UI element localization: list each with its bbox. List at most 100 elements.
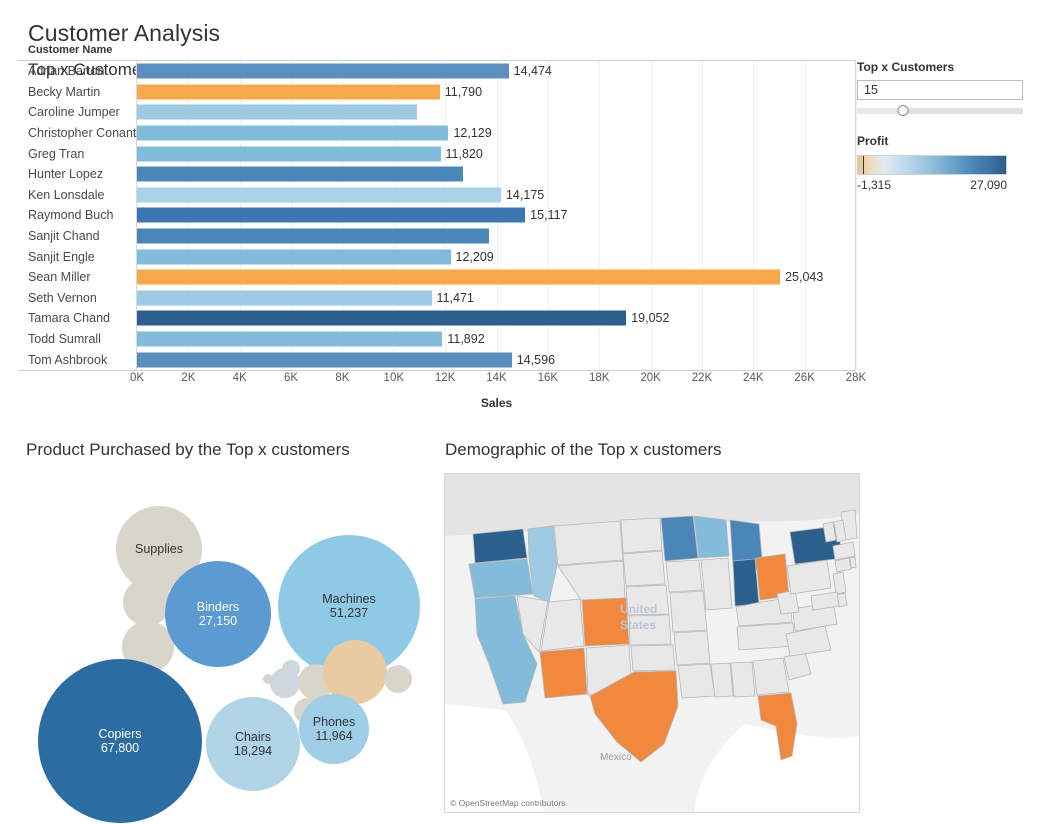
map-state-wa[interactable] xyxy=(472,528,528,564)
sales-bar[interactable] xyxy=(137,249,451,265)
product-bubble-small[interactable] xyxy=(123,578,171,626)
sales-bar[interactable] xyxy=(137,290,432,306)
top-x-parameter-control: Top x Customers 15 xyxy=(857,60,1023,116)
map-state-ga[interactable] xyxy=(752,657,790,696)
profit-legend: Profit -1,315 27,090 xyxy=(857,134,1007,192)
map-attribution: © OpenStreetMap contributors xyxy=(450,798,566,808)
customer-name-label: Ken Lonsdale xyxy=(28,187,105,202)
customer-name-row[interactable]: Hunter Lopez xyxy=(18,164,136,185)
product-bubble-small[interactable] xyxy=(270,668,300,698)
map-state-ar[interactable] xyxy=(673,630,711,666)
customer-name-row[interactable]: Ken Lonsdale xyxy=(18,185,136,206)
customer-name-row[interactable]: Becky Martin xyxy=(18,82,136,103)
map-state-ri[interactable] xyxy=(849,556,857,569)
axis-tick-label: 2K xyxy=(181,372,196,384)
bar-row: 11,820 xyxy=(137,143,855,164)
profit-color-ramp[interactable] xyxy=(857,155,1007,175)
top-x-input[interactable]: 15 xyxy=(857,80,1023,100)
map-state-ms[interactable] xyxy=(710,662,734,698)
bubble-name-label: Copiers xyxy=(98,726,142,741)
bar-value-label: 11,471 xyxy=(436,290,474,305)
customer-name-row[interactable]: Sanjit Chand xyxy=(18,226,136,247)
profit-legend-label: Profit xyxy=(857,134,889,148)
map-state-al[interactable] xyxy=(730,661,756,698)
map-state-la[interactable] xyxy=(677,663,716,699)
map-state-nd[interactable] xyxy=(620,517,663,554)
profit-legend-max: 27,090 xyxy=(970,178,1007,192)
bar-value-label: 11,790 xyxy=(444,84,483,99)
sales-bar[interactable] xyxy=(137,269,781,285)
map-state-mo[interactable] xyxy=(669,590,708,633)
sales-bar[interactable] xyxy=(137,331,443,347)
map-state-ok[interactable] xyxy=(630,644,676,672)
bar-value-label: 14,596 xyxy=(516,352,556,367)
axis-divider xyxy=(18,370,856,371)
map-state-ne[interactable] xyxy=(625,584,670,616)
map-state-ia[interactable] xyxy=(665,559,703,593)
map-state-il[interactable] xyxy=(700,557,733,611)
customer-name-row[interactable]: Caroline Jumper xyxy=(18,102,136,123)
sales-bar[interactable] xyxy=(137,125,449,141)
sales-bar[interactable] xyxy=(137,104,417,120)
customer-name-row[interactable]: Greg Tran xyxy=(18,143,136,164)
product-bubble[interactable]: Chairs 18,294 xyxy=(206,697,300,791)
axis-tick-label: 4K xyxy=(232,372,247,384)
customer-name-row[interactable]: Todd Sumrall xyxy=(18,329,136,350)
sales-bar[interactable] xyxy=(137,146,441,162)
product-bubble-small[interactable] xyxy=(384,665,412,693)
map-state-mt[interactable] xyxy=(553,520,624,566)
customer-name-label: Greg Tran xyxy=(28,146,85,161)
us-choropleth-map[interactable] xyxy=(445,474,859,812)
map-state-or[interactable] xyxy=(468,558,534,599)
map-state-ct[interactable] xyxy=(834,557,852,573)
axis-tick-label: 12K xyxy=(434,372,456,384)
sales-bar[interactable] xyxy=(137,84,440,100)
map-state-sd[interactable] xyxy=(622,550,666,587)
parameter-label: Top x Customers xyxy=(857,60,955,74)
customer-name-row[interactable]: Tamara Chand xyxy=(18,308,136,329)
map-state-co[interactable] xyxy=(581,597,630,647)
sales-bar[interactable] xyxy=(137,228,489,244)
mexico-label: Mexico xyxy=(600,752,632,763)
sales-bar[interactable] xyxy=(137,207,526,223)
customer-name-row[interactable]: Sean Miller xyxy=(18,267,136,288)
customer-name-label: Sanjit Engle xyxy=(28,249,95,264)
customer-name-row[interactable]: Adrian Barton xyxy=(18,61,136,82)
customer-name-label: Seth Vernon xyxy=(28,290,97,305)
product-bubble[interactable]: Binders 27,150 xyxy=(165,561,271,667)
bar-row: 12,129 xyxy=(137,123,855,144)
sales-bar[interactable] xyxy=(137,63,509,79)
map-state-pa[interactable] xyxy=(786,559,832,595)
bubble-value-label: 67,800 xyxy=(100,741,140,755)
map-frame[interactable]: United States Mexico © OpenStreetMap con… xyxy=(444,473,860,813)
map-state-in[interactable] xyxy=(732,558,760,607)
customer-name-row[interactable]: Christopher Conant xyxy=(18,123,136,144)
sales-bar[interactable] xyxy=(137,187,501,203)
map-state-ks[interactable] xyxy=(628,614,672,646)
customer-name-row[interactable]: Sanjit Engle xyxy=(18,246,136,267)
customer-name-row[interactable]: Tom Ashbrook xyxy=(18,349,136,370)
bar-row xyxy=(137,164,855,185)
slider-handle[interactable] xyxy=(897,105,909,116)
sales-bar[interactable] xyxy=(137,310,627,326)
sales-bar[interactable] xyxy=(137,166,464,182)
customer-name-row[interactable]: Raymond Buch xyxy=(18,205,136,226)
axis-tick-label: 26K xyxy=(794,372,815,384)
bar-row: 11,471 xyxy=(137,288,855,309)
axis-tick-label: 8K xyxy=(335,372,350,384)
product-bubble[interactable]: Copiers 67,800 xyxy=(38,659,202,823)
map-state-mn[interactable] xyxy=(660,515,699,562)
bar-row: 14,474 xyxy=(137,61,855,82)
customer-name-row[interactable]: Seth Vernon xyxy=(18,288,136,309)
axis-tick-label: 24K xyxy=(743,372,764,384)
product-bubble[interactable]: Phones 11,964 xyxy=(299,694,369,764)
bubble-value-label: 11,964 xyxy=(315,729,353,743)
sales-bar[interactable] xyxy=(137,352,512,368)
bar-value-label: 12,129 xyxy=(453,126,492,141)
top-x-slider[interactable] xyxy=(857,105,1023,116)
axis-tick-label: 10K xyxy=(383,372,405,384)
bubble-value-label: 51,237 xyxy=(329,606,369,620)
map-state-wi[interactable] xyxy=(693,515,730,559)
map-state-az[interactable] xyxy=(539,647,588,699)
sales-axis-title: Sales xyxy=(480,396,513,410)
